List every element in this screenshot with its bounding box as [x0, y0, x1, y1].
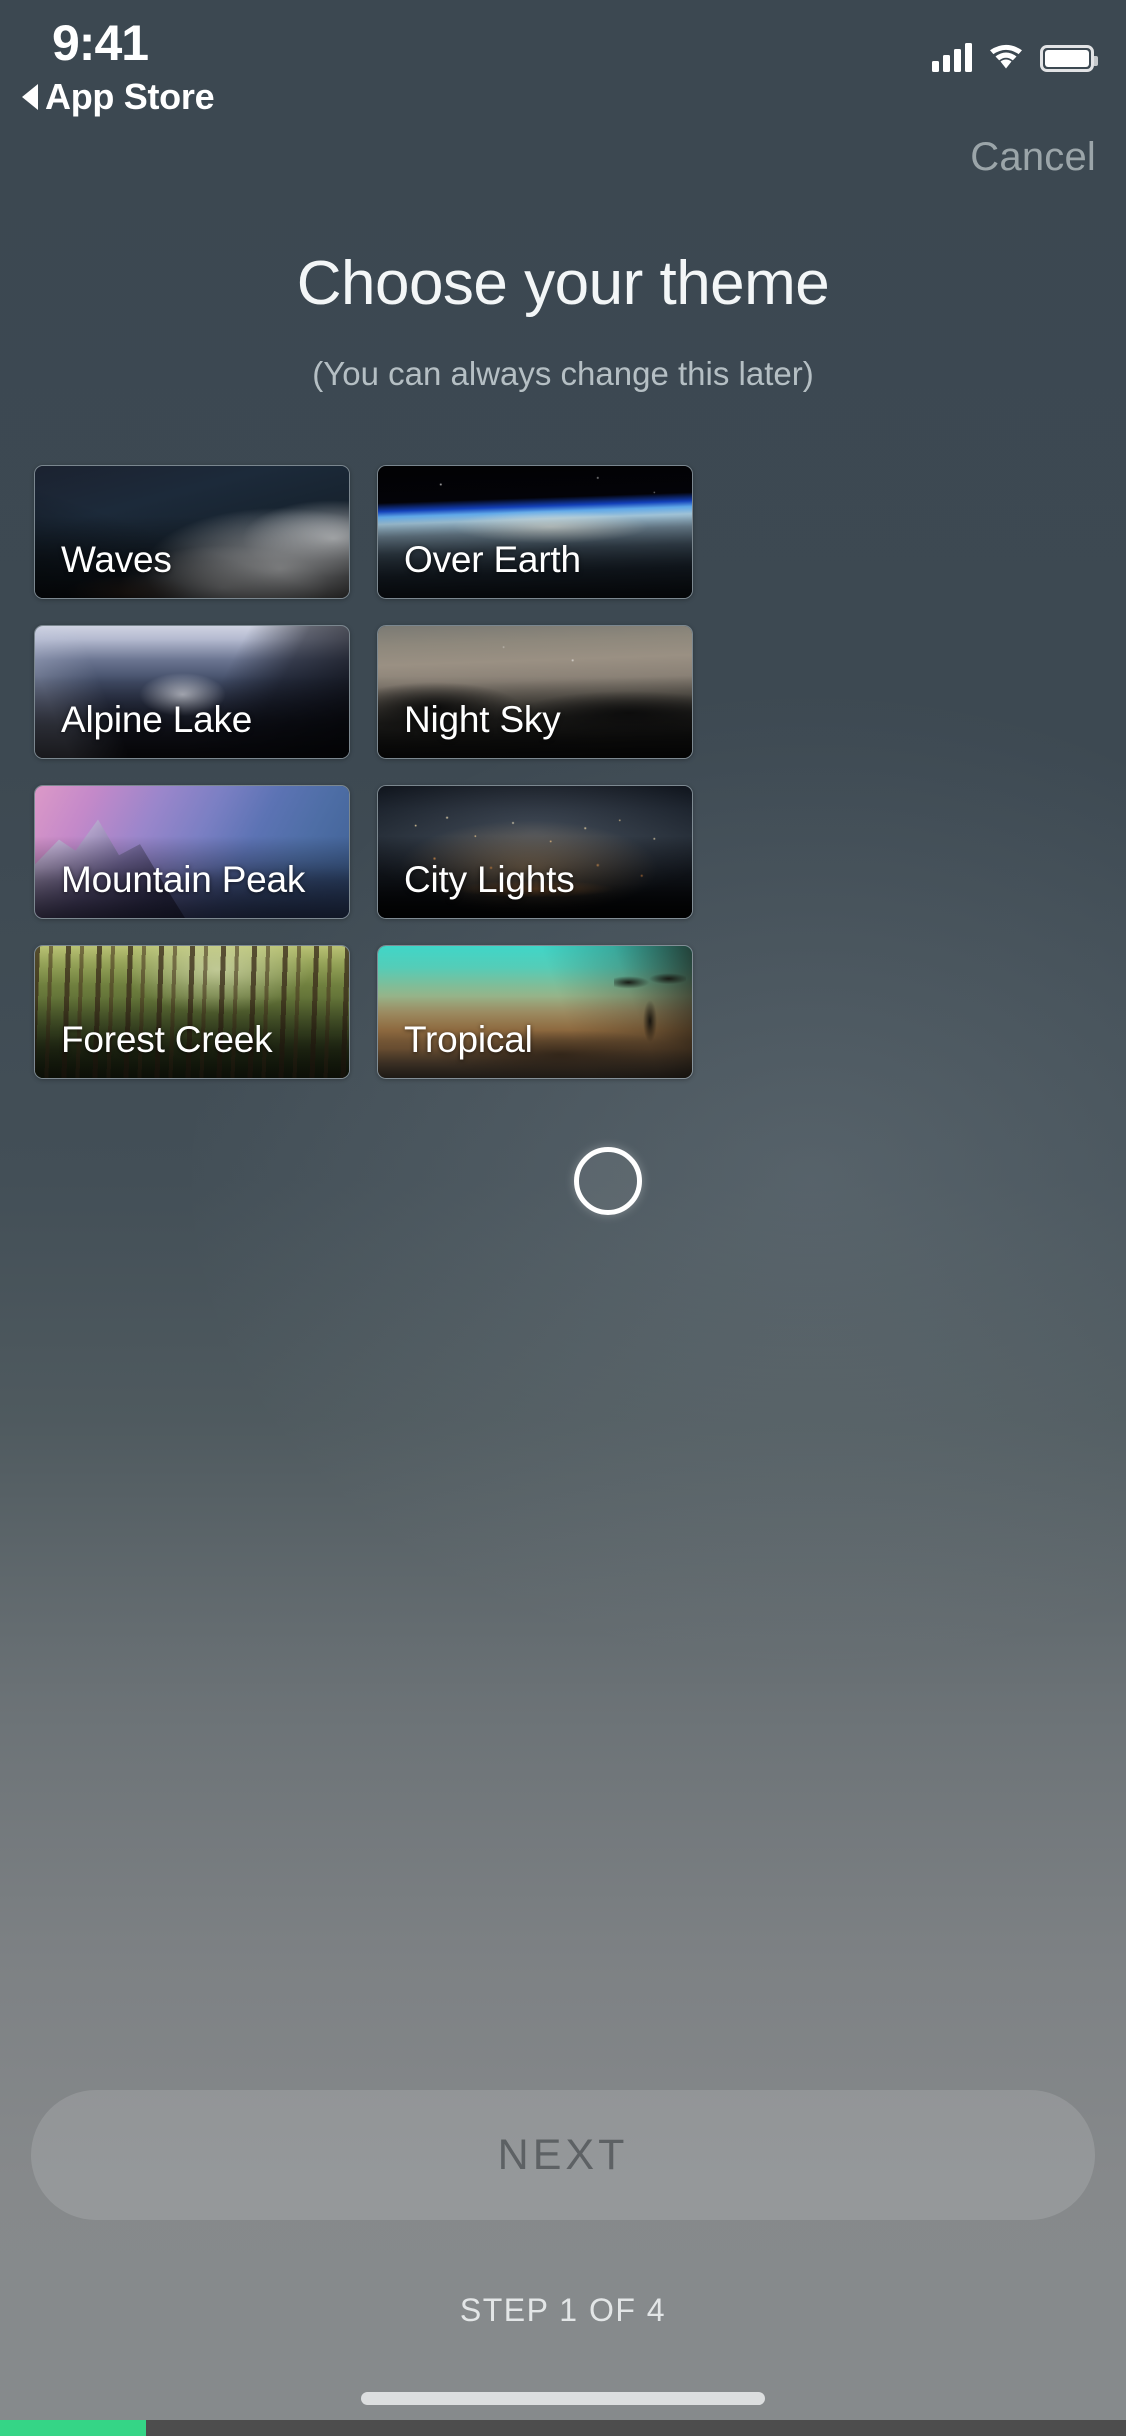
- theme-label: Forest Creek: [61, 1019, 273, 1060]
- cancel-button[interactable]: Cancel: [970, 135, 1096, 180]
- theme-card-alpine-lake[interactable]: Alpine Lake: [34, 625, 350, 759]
- theme-label: Over Earth: [404, 539, 581, 580]
- back-to-app-store-button[interactable]: App Store: [22, 76, 215, 118]
- status-indicators: [932, 43, 1098, 72]
- back-label: App Store: [45, 76, 215, 117]
- theme-label: Night Sky: [404, 699, 561, 740]
- theme-card-city-lights[interactable]: City Lights: [377, 785, 693, 919]
- theme-card-waves[interactable]: Waves: [34, 465, 350, 599]
- theme-card-night-sky[interactable]: Night Sky: [377, 625, 693, 759]
- wifi-icon: [988, 44, 1024, 72]
- next-button-label: NEXT: [497, 2130, 629, 2179]
- home-indicator-icon[interactable]: [361, 2392, 765, 2405]
- theme-card-tropical[interactable]: Tropical: [377, 945, 693, 1079]
- next-button[interactable]: NEXT: [31, 2090, 1095, 2220]
- theme-label: City Lights: [404, 859, 575, 900]
- cellular-bars-icon: [932, 43, 972, 72]
- theme-label: Alpine Lake: [61, 699, 253, 740]
- progress-bar-track: [0, 2420, 1126, 2436]
- theme-grid: Waves Over Earth Alpine Lake Night Sky M…: [34, 465, 1092, 1079]
- circle-outline-icon[interactable]: [574, 1147, 642, 1215]
- status-time: 9:41: [52, 15, 149, 71]
- theme-card-mountain-peak[interactable]: Mountain Peak: [34, 785, 350, 919]
- status-bar: 9:41 App Store: [0, 0, 1126, 130]
- battery-full-icon: [1040, 45, 1098, 72]
- theme-label: Mountain Peak: [61, 859, 306, 900]
- progress-bar-fill: [0, 2420, 147, 2436]
- triangle-left-icon: [22, 84, 38, 110]
- onboarding-screen: 9:41 App Store Cancel Choose your theme …: [0, 0, 1126, 2436]
- page-subtitle: (You can always change this later): [312, 355, 814, 392]
- theme-label: Waves: [61, 539, 172, 580]
- step-indicator-label: STEP 1 OF 4: [459, 2292, 667, 2328]
- page-title: Choose your theme: [296, 249, 830, 318]
- theme-card-over-earth[interactable]: Over Earth: [377, 465, 693, 599]
- theme-card-forest-creek[interactable]: Forest Creek: [34, 945, 350, 1079]
- theme-label: Tropical: [404, 1019, 533, 1060]
